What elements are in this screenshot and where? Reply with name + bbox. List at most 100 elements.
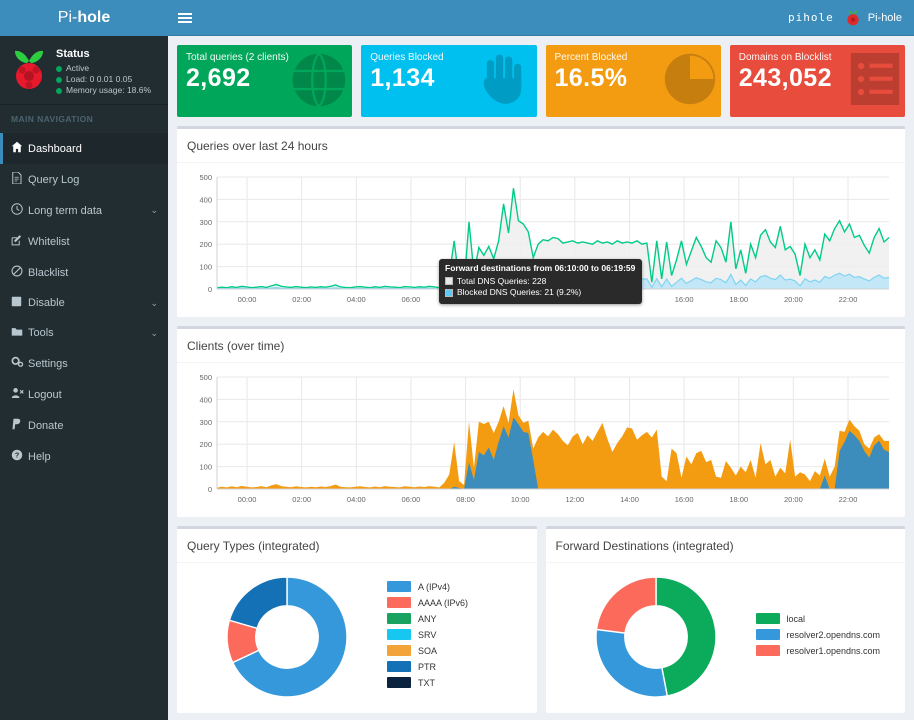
sidebar-item-help[interactable]: ? Help — [0, 441, 168, 472]
sidebar-item-tools[interactable]: Tools ⌄ — [0, 318, 168, 348]
legend-swatch-icon — [387, 645, 411, 656]
status-line: Active — [56, 63, 151, 74]
sidebar-item-settings[interactable]: Settings — [0, 348, 168, 379]
status-dot-icon — [56, 88, 62, 94]
nav-section-header: MAIN NAVIGATION — [0, 105, 168, 133]
question-circle-icon: ? — [11, 449, 28, 464]
panel-title: Forward Destinations (integrated) — [556, 539, 734, 553]
sidebar-item-label: Disable — [28, 297, 150, 309]
stat-box-total-queries[interactable]: Total queries (2 clients) 2,692 — [177, 45, 352, 117]
legend-item[interactable]: resolver1.opendns.com — [756, 645, 896, 656]
forward-destinations-donut-chart[interactable] — [594, 575, 718, 699]
sidebar-item-label: Long term data — [28, 205, 150, 217]
svg-text:100: 100 — [199, 263, 212, 272]
legend-item[interactable]: PTR — [387, 661, 527, 672]
sidebar-item-label: Query Log — [28, 174, 158, 186]
svg-text:22:00: 22:00 — [839, 495, 858, 504]
panel-header: Queries over last 24 hours — [177, 129, 905, 163]
hostname-label: pihole — [788, 11, 834, 24]
pencil-square-icon — [11, 234, 28, 249]
legend-item[interactable]: A (IPv4) — [387, 581, 527, 592]
svg-text:08:00: 08:00 — [456, 495, 475, 504]
legend-item[interactable]: ANY — [387, 613, 527, 624]
panel-body: 010020030040050000:0002:0004:0006:0008:0… — [177, 363, 905, 517]
legend-item[interactable]: SRV — [387, 629, 527, 640]
sidebar: Status Active Load: 0 0.01 0.05 Memory u… — [0, 36, 168, 720]
sidebar-item-label: Tools — [28, 327, 150, 339]
stat-label: Percent Blocked — [555, 52, 712, 63]
panel-queries-24h: Queries over last 24 hours 0100200300400… — [177, 126, 905, 317]
status-dot-icon — [56, 66, 62, 72]
panel-body: 010020030040050000:0002:0004:0006:0008:0… — [177, 163, 905, 317]
donut-holder — [556, 575, 756, 699]
legend-label: PTR — [418, 662, 436, 672]
legend-swatch-icon — [756, 613, 780, 624]
legend-item[interactable]: resolver2.opendns.com — [756, 629, 896, 640]
stat-box-domains-blocklist[interactable]: Domains on Blocklist 243,052 — [730, 45, 905, 117]
top-bar: Pi-hole pihole Pi-hole — [0, 0, 914, 36]
legend-swatch-icon — [387, 597, 411, 608]
legend-item[interactable]: local — [756, 613, 896, 624]
svg-text:04:00: 04:00 — [347, 495, 366, 504]
sidebar-item-label: Logout — [28, 389, 158, 401]
svg-text:14:00: 14:00 — [620, 495, 639, 504]
stat-label: Queries Blocked — [370, 52, 527, 63]
stat-box-percent-blocked[interactable]: Percent Blocked 16.5% — [546, 45, 721, 117]
query-types-donut-chart[interactable] — [225, 575, 349, 699]
sidebar-item-whitelist[interactable]: Whitelist — [0, 226, 168, 257]
svg-text:16:00: 16:00 — [675, 295, 694, 304]
legend-item[interactable]: AAAA (IPv6) — [387, 597, 527, 608]
forward-destinations-legend: local resolver2.opendns.com resolver1.open… — [756, 613, 896, 661]
status-line: Load: 0 0.01 0.05 — [56, 74, 151, 85]
sidebar-item-donate[interactable]: Donate — [0, 410, 168, 441]
donut-wrapper: local resolver2.opendns.com resolver1.open… — [556, 571, 896, 707]
navbar-right: pihole Pi-hole — [788, 9, 914, 27]
status-text: Load: 0 0.01 0.05 — [66, 74, 132, 85]
stat-box-queries-blocked[interactable]: Queries Blocked 1,134 — [361, 45, 536, 117]
sidebar-item-logout[interactable]: Logout — [0, 379, 168, 410]
tooltip-row: Blocked DNS Queries: 21 (9.2%) — [445, 287, 635, 299]
user-menu[interactable]: Pi-hole — [844, 9, 902, 27]
chevron-down-icon: ⌄ — [150, 205, 158, 216]
app-logo[interactable]: Pi-hole — [0, 0, 168, 36]
svg-text:06:00: 06:00 — [402, 295, 421, 304]
legend-label: resolver2.opendns.com — [787, 630, 881, 640]
main-content: Total queries (2 clients) 2,692 Queries … — [168, 36, 914, 720]
legend-label: SRV — [418, 630, 436, 640]
sidebar-item-blacklist[interactable]: Blacklist — [0, 257, 168, 288]
status-title: Status — [56, 48, 151, 60]
logo-prefix: Pi- — [58, 9, 78, 27]
legend-label: local — [787, 614, 806, 624]
paypal-icon — [11, 418, 28, 433]
legend-item[interactable]: TXT — [387, 677, 527, 688]
status-dot-icon — [56, 77, 62, 83]
stat-label: Total queries (2 clients) — [186, 52, 343, 63]
legend-label: resolver1.opendns.com — [787, 646, 881, 656]
svg-text:02:00: 02:00 — [292, 295, 311, 304]
panel-title: Query Types (integrated) — [187, 539, 320, 553]
status-line: Memory usage: 18.6% — [56, 85, 151, 96]
legend-item[interactable]: SOA — [387, 645, 527, 656]
tooltip-row-label: Total DNS Queries: 228 — [457, 276, 546, 288]
sidebar-item-dashboard[interactable]: Dashboard — [0, 133, 168, 164]
stat-boxes-row: Total queries (2 clients) 2,692 Queries … — [177, 45, 905, 117]
svg-text:0: 0 — [208, 485, 212, 494]
user-label: Pi-hole — [868, 12, 902, 24]
sidebar-item-query-log[interactable]: Query Log — [0, 164, 168, 195]
panel-body: A (IPv4) AAAA (IPv6) ANY SRV SOA PTR TXT — [177, 563, 537, 713]
svg-text:20:00: 20:00 — [784, 295, 803, 304]
stat-value: 2,692 — [186, 64, 343, 93]
svg-text:04:00: 04:00 — [347, 295, 366, 304]
sidebar-item-label: Blacklist — [28, 267, 158, 279]
clients-over-time-chart[interactable]: 010020030040050000:0002:0004:0006:0008:0… — [187, 371, 895, 511]
clock-icon — [11, 203, 28, 218]
sidebar-item-long-term-data[interactable]: Long term data ⌄ — [0, 195, 168, 226]
legend-label: SOA — [418, 646, 437, 656]
svg-text:200: 200 — [199, 240, 212, 249]
legend-label: ANY — [418, 614, 437, 624]
hamburger-icon[interactable] — [168, 0, 202, 36]
status-text: Memory usage: 18.6% — [66, 85, 151, 96]
sidebar-item-disable[interactable]: Disable ⌄ — [0, 288, 168, 318]
svg-text:?: ? — [15, 451, 20, 460]
svg-text:02:00: 02:00 — [292, 495, 311, 504]
